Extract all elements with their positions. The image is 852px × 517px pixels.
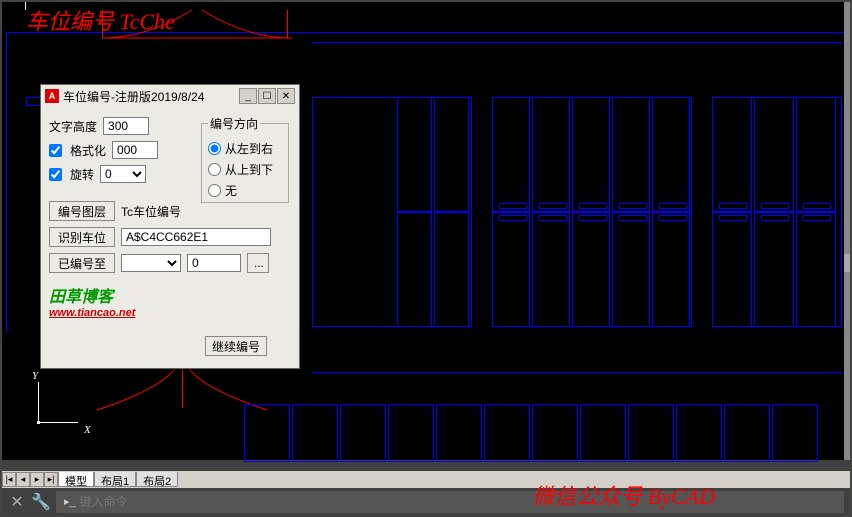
dir-none-radio[interactable] — [208, 184, 221, 197]
format-input[interactable] — [112, 141, 158, 159]
cad-canvas[interactable]: Y X 车位编号 TcChe A 车位编号-注册版2019/8/24 _ ☐ ✕… — [2, 2, 844, 460]
tab-model[interactable]: 模型 — [58, 472, 94, 487]
numbered-num-input[interactable] — [187, 254, 241, 272]
vertical-scrollbar[interactable] — [844, 2, 850, 460]
identify-button[interactable]: 识别车位 — [49, 227, 115, 247]
dir-ltr-label: 从左到右 — [225, 140, 273, 157]
text-height-label: 文字高度 — [49, 118, 97, 135]
tab-layout2[interactable]: 布局2 — [136, 472, 178, 487]
logo-text: 田草博客 — [49, 283, 291, 307]
autocad-icon: A — [45, 89, 59, 103]
minimize-button[interactable]: _ — [239, 88, 257, 104]
dir-none-label: 无 — [225, 182, 237, 199]
dialog-titlebar[interactable]: A 车位编号-注册版2019/8/24 _ ☐ ✕ — [41, 85, 299, 107]
format-label: 格式化 — [70, 142, 106, 159]
tab-nav-last[interactable]: ▸| — [44, 472, 58, 487]
wrench-icon[interactable]: 🔧 — [32, 493, 50, 511]
continue-button[interactable]: 继续编号 — [205, 336, 267, 356]
direction-group: 编号方向 从左到右 从上到下 无 — [201, 115, 289, 203]
direction-legend: 编号方向 — [208, 115, 260, 132]
layer-value: Tc车位编号 — [121, 203, 181, 220]
dir-ltr-radio[interactable] — [208, 142, 221, 155]
rotate-combo[interactable]: 0 — [100, 165, 146, 183]
rotate-label: 旋转 — [70, 166, 94, 183]
tab-nav-next[interactable]: ▸ — [30, 472, 44, 487]
command-input[interactable] — [80, 495, 836, 509]
cmd-prompt: ▸_ — [64, 495, 76, 508]
more-button[interactable]: ... — [247, 253, 269, 273]
close-button[interactable]: ✕ — [277, 88, 295, 104]
overlay-footer: 微信公众号 ByCAD — [532, 479, 715, 511]
close-cmd-icon[interactable]: ✕ — [8, 493, 26, 511]
dialog-title-text: 车位编号-注册版2019/8/24 — [63, 88, 204, 105]
tab-nav-first[interactable]: |◂ — [2, 472, 16, 487]
tab-layout1[interactable]: 布局1 — [94, 472, 136, 487]
command-bar: ✕ 🔧 ▸_ 微信公众号 ByCAD — [2, 488, 850, 515]
command-input-wrap[interactable]: ▸_ — [56, 491, 844, 513]
numbered-combo[interactable] — [121, 254, 181, 272]
maximize-button[interactable]: ☐ — [258, 88, 276, 104]
dir-ttb-radio[interactable] — [208, 163, 221, 176]
ucs-y-label: Y — [32, 370, 38, 382]
format-checkbox[interactable] — [49, 144, 62, 157]
overlay-title: 车位编号 TcChe — [26, 4, 175, 36]
parking-number-dialog: A 车位编号-注册版2019/8/24 _ ☐ ✕ 文字高度 格式化 — [40, 84, 300, 369]
rotate-checkbox[interactable] — [49, 168, 62, 181]
logo-url[interactable]: www.tiancao.net — [49, 307, 291, 319]
dir-ttb-label: 从上到下 — [225, 161, 273, 178]
numbered-to-button[interactable]: 已编号至 — [49, 253, 115, 273]
text-height-input[interactable] — [103, 117, 149, 135]
layer-button[interactable]: 编号图层 — [49, 201, 115, 221]
ucs-x-label: X — [84, 424, 91, 436]
scroll-thumb[interactable] — [844, 254, 850, 272]
identify-input[interactable] — [121, 228, 271, 246]
tab-nav-prev[interactable]: ◂ — [16, 472, 30, 487]
layout-tab-bar: |◂ ◂ ▸ ▸| 模型 布局1 布局2 — [2, 471, 850, 488]
